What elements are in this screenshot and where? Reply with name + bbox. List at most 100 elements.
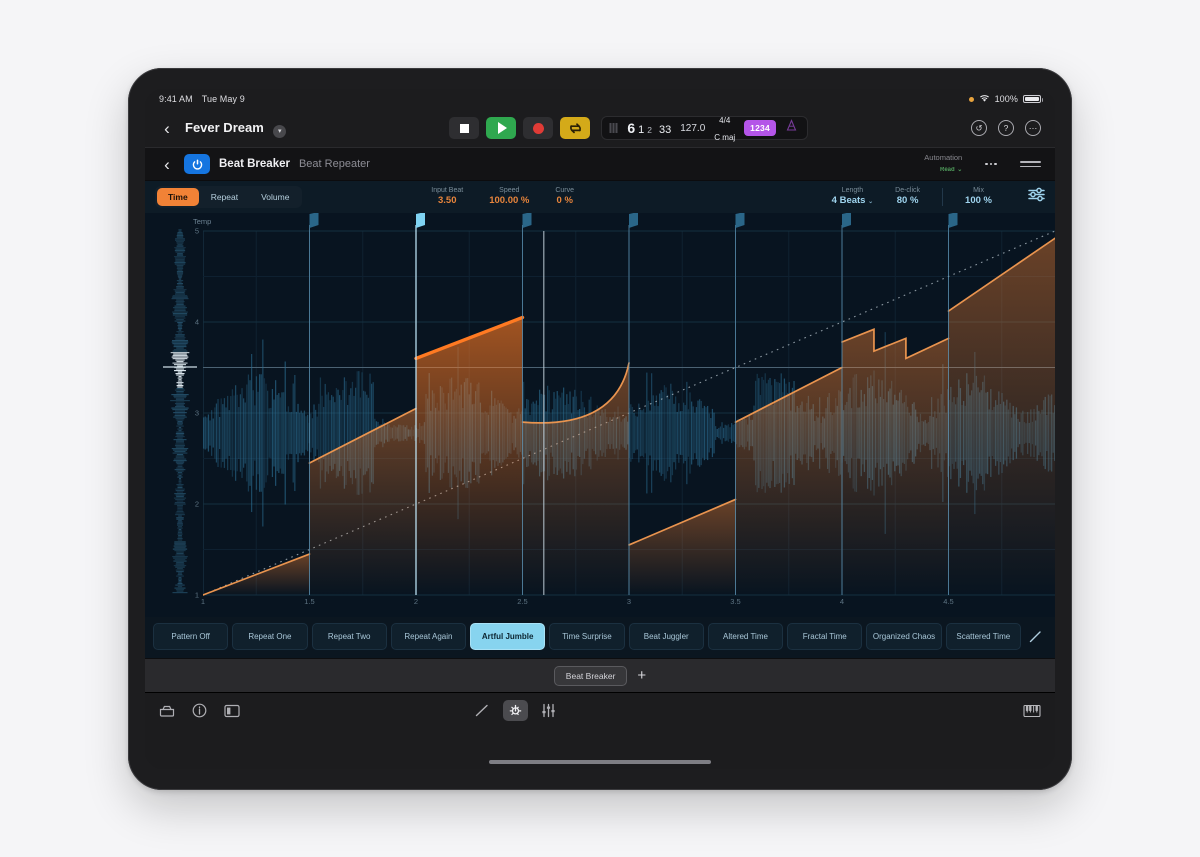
preset-pattern-off[interactable]: Pattern Off — [153, 623, 229, 650]
center-parameters: Input Beat 3.50 Speed 100.00 % Curve 0 % — [431, 186, 574, 207]
param-value: 100 % — [965, 195, 992, 207]
ipad-screen: 9:41 AM Tue May 9 100% ‹ Fever Dream ▾ 6… — [145, 89, 1055, 769]
x-tick-label: 1 — [200, 597, 206, 606]
battery-icon — [1023, 95, 1043, 103]
info-icon[interactable] — [192, 703, 207, 718]
status-date: Tue May 9 — [201, 94, 245, 104]
mixer-icon[interactable] — [159, 704, 175, 718]
param-length[interactable]: Length 4 Beats ⌄ — [832, 186, 873, 207]
y-tick-label: 5 — [194, 226, 199, 236]
lcd-beat: 1 — [638, 124, 645, 136]
divider — [942, 188, 944, 206]
automation-control[interactable]: Automation Read ⌄ — [924, 153, 963, 174]
plugin-body: Time Repeat Volume Input Beat 3.50 Speed… — [145, 181, 1055, 658]
param-label: Speed — [499, 187, 520, 195]
param-speed[interactable]: Speed 100.00 % — [489, 186, 529, 207]
param-label: De-click — [895, 187, 921, 195]
chevron-down-icon[interactable]: ▾ — [273, 124, 287, 138]
keyboard-icon[interactable] — [1023, 704, 1041, 718]
plugin-name: Beat Breaker — [219, 158, 290, 170]
preset-artful-jumble[interactable]: Artful Jumble — [470, 623, 546, 650]
more-icon[interactable]: ⋯ — [1025, 120, 1041, 136]
plugin-list-icon[interactable] — [1020, 160, 1041, 168]
parameter-bar: Time Repeat Volume Input Beat 3.50 Speed… — [145, 181, 1055, 213]
preset-repeat-again[interactable]: Repeat Again — [390, 623, 467, 650]
automation-label: Automation — [924, 153, 963, 163]
transport-controls: 6 1 2 33 127.0 4/4 C maj 1234 — [449, 116, 808, 142]
preset-fractal-time[interactable]: Fractal Time — [787, 623, 863, 650]
play-button[interactable] — [486, 117, 517, 139]
screenshot-root: 9:41 AM Tue May 9 100% ‹ Fever Dream ▾ 6… — [0, 0, 1200, 857]
time-map-graph[interactable]: 12345 1 1.5 2 2.5 3 3.5 4 4.5 Temp — [145, 213, 1055, 617]
plugin-icon[interactable] — [502, 700, 528, 721]
count-in-button[interactable]: 1234 — [744, 120, 776, 136]
cycle-button[interactable] — [560, 117, 591, 139]
param-value: 4 Beats — [831, 195, 866, 207]
plugin-back-chevron-icon[interactable]: ‹ — [159, 156, 175, 173]
param-de-click[interactable]: De-click 80 % — [895, 186, 920, 207]
panel-layout-icon[interactable] — [224, 704, 240, 718]
toolbar-right-icons: ↺ ? ⋯ — [971, 120, 1041, 136]
faders-icon[interactable] — [541, 703, 556, 718]
plugin-header: ‹ Beat Breaker Beat Repeater Automation … — [145, 147, 1055, 181]
param-curve[interactable]: Curve 0 % — [555, 186, 574, 207]
pencil-icon[interactable] — [474, 703, 490, 718]
stop-button[interactable] — [449, 117, 480, 139]
param-mix[interactable]: Mix 100 % — [965, 186, 992, 207]
param-input-beat[interactable]: Input Beat 3.50 — [431, 186, 463, 207]
x-tick-label: 1.5 — [304, 597, 315, 606]
lcd-position-icon — [609, 122, 618, 134]
plugin-power-button[interactable] — [184, 154, 210, 174]
y-tick-label: 4 — [194, 317, 199, 327]
plot-svg[interactable] — [202, 213, 1055, 617]
preset-beat-juggler[interactable]: Beat Juggler — [628, 623, 704, 650]
home-indicator[interactable] — [489, 760, 711, 764]
preset-repeat-two[interactable]: Repeat Two — [311, 623, 387, 650]
preset-time-surprise[interactable]: Time Surprise — [549, 623, 625, 650]
bottom-toolbar — [145, 692, 1055, 728]
tab-repeat[interactable]: Repeat — [200, 188, 249, 206]
sliders-icon[interactable] — [1028, 187, 1045, 207]
lane-tabs: Time Repeat Volume — [155, 186, 303, 208]
song-title-group[interactable]: Fever Dream ▾ — [185, 119, 287, 138]
battery-percent: 100% — [994, 94, 1018, 104]
tab-volume[interactable]: Volume — [250, 188, 300, 206]
plugin-more-icon[interactable] — [985, 162, 997, 166]
right-parameters: Length 4 Beats ⌄ De-click 80 % Mix 100 % — [832, 186, 1045, 207]
automation-caret-icon: ⌄ — [957, 166, 963, 173]
chevron-down-icon[interactable]: ⌄ — [868, 199, 873, 205]
param-value: 100.00 % — [489, 195, 530, 207]
lcd-signature-key: 4/4 C maj — [714, 111, 735, 145]
preset-repeat-one[interactable]: Repeat One — [232, 623, 308, 650]
ipad-device: 9:41 AM Tue May 9 100% ‹ Fever Dream ▾ 6… — [128, 68, 1072, 790]
param-label: Length — [841, 187, 864, 195]
plot-area[interactable]: 12345 1 1.5 2 2.5 3 3.5 4 4.5 — [195, 213, 1055, 617]
y-axis-title: Temp — [193, 217, 212, 226]
tab-time[interactable]: Time — [157, 188, 199, 206]
undo-icon[interactable]: ↺ — [971, 120, 987, 136]
lcd-display[interactable]: 6 1 2 33 127.0 4/4 C maj 1234 — [601, 116, 808, 142]
wifi-icon — [979, 94, 990, 105]
plugin-slot-chip[interactable]: Beat Breaker — [553, 665, 628, 686]
lcd-key: C maj — [714, 133, 736, 142]
param-value: 3.50 — [437, 195, 457, 207]
orange-recording-dot-icon — [968, 96, 974, 102]
preset-altered-time[interactable]: Altered Time — [707, 623, 784, 650]
help-icon[interactable]: ? — [998, 120, 1014, 136]
add-plugin-button[interactable]: + — [637, 668, 646, 683]
lcd-ticks: 33 — [659, 124, 672, 136]
record-button[interactable] — [523, 117, 554, 139]
preset-scattered-time[interactable]: Scattered Time — [945, 623, 1021, 650]
preset-organized-chaos[interactable]: Organized Chaos — [866, 623, 942, 650]
status-bar: 9:41 AM Tue May 9 100% — [145, 89, 1055, 109]
lcd-bar: 6 — [627, 120, 636, 136]
back-chevron-icon[interactable]: ‹ — [159, 120, 175, 137]
param-label: Mix — [973, 187, 984, 195]
y-tick-label: 2 — [194, 499, 199, 509]
plugin-slot-row: Beat Breaker + — [145, 658, 1055, 692]
pencil-icon[interactable] — [1025, 629, 1047, 644]
x-tick-label: 4 — [839, 597, 845, 606]
metronome-icon[interactable] — [785, 119, 798, 137]
status-time: 9:41 AM — [159, 94, 193, 104]
plugin-subtitle: Beat Repeater — [298, 158, 370, 170]
